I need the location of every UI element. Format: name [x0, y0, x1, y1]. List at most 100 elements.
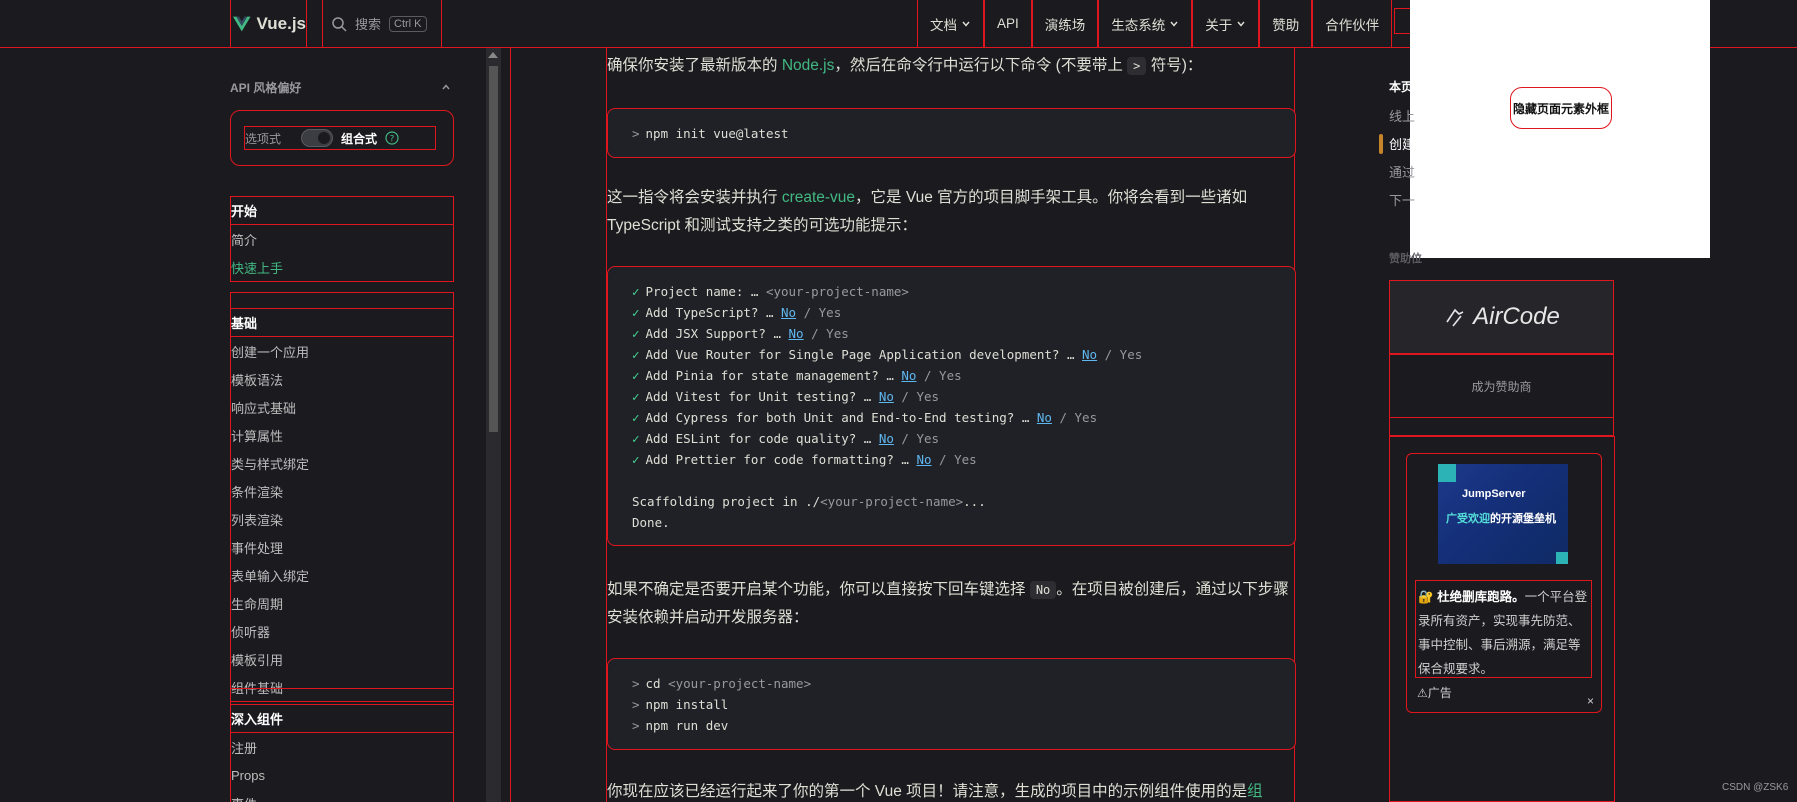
done-line: Done. [632, 515, 670, 530]
text: 这一指令将会安装并执行 [607, 189, 782, 206]
separator: / [1051, 410, 1075, 425]
check-icon: ✓ [632, 305, 640, 320]
ad-tag-label: 广告 [1427, 686, 1452, 700]
sidebar-item[interactable]: 事件处理 [231, 533, 453, 561]
search-button[interactable]: 搜索 Ctrl K [322, 0, 442, 48]
brand-link[interactable]: Vue.js [230, 0, 307, 48]
create-vue-link[interactable]: create-vue [782, 189, 855, 206]
sidebar-item[interactable]: 创建一个应用 [231, 337, 453, 365]
prompt-question: Add TypeScript? … [645, 305, 781, 320]
prompt-question: Add Prettier for code formatting? … [645, 452, 917, 467]
nav-docs-label: 文档 [930, 17, 957, 33]
no-option: No [1082, 347, 1098, 362]
inline-code: > [1127, 57, 1147, 75]
toc-item[interactable]: 下一 [1389, 190, 1415, 209]
sidebar-item[interactable]: 条件渲染 [231, 477, 453, 505]
text: 如果不确定是否要开启某个功能，你可以直接按下回车键选择 [607, 581, 1030, 598]
link[interactable]: 组 [1247, 783, 1263, 800]
prompt-symbol: > [632, 697, 640, 712]
sidebar-item[interactable]: 类与样式绑定 [231, 449, 453, 477]
nav-partners[interactable]: 合作伙伴 [1312, 0, 1393, 48]
api-preference-header[interactable]: API 风格偏好 [230, 76, 455, 98]
sidebar-item[interactable]: 表单输入绑定 [231, 561, 453, 589]
chevron-up-icon [442, 84, 450, 90]
sidebar-item[interactable]: 模板引用 [231, 645, 453, 673]
text: Scaffolding project in ./ [632, 494, 821, 509]
nav-sponsor[interactable]: 赞助 [1259, 0, 1313, 48]
sidebar-item-quick-start[interactable]: 快速上手 [231, 253, 453, 281]
help-icon[interactable]: ? [385, 131, 399, 145]
ad-icon: ⚠ [1417, 686, 1428, 700]
prompt-symbol: > [632, 126, 640, 141]
yes-option: Yes [939, 368, 962, 383]
prompt-question: Add Cypress for both Unit and End-to-End… [645, 410, 1037, 425]
api-style-toggle[interactable] [301, 129, 334, 147]
scroll-up-arrow-icon[interactable] [488, 52, 498, 58]
sidebar-item[interactable]: 响应式基础 [231, 393, 453, 421]
sidebar-item[interactable]: 事件 [231, 789, 453, 802]
no-option: No [901, 368, 917, 383]
paragraph-next-steps: 如果不确定是否要开启某个功能，你可以直接按下回车键选择 No 。在项目被创建后，通… [607, 576, 1296, 632]
brand-name: Vue.js [256, 13, 306, 33]
divider [510, 48, 511, 802]
api-style-switch[interactable]: 选项式 组合式 ? [244, 126, 436, 150]
text: 你现在应该已经运行起来了你的第一个 Vue 项目！请注意，生成的项目中的示例组件… [607, 783, 1248, 800]
ad-tag: ⚠广告 [1417, 684, 1452, 701]
no-option: No [788, 326, 804, 341]
scrollbar-thumb[interactable] [489, 66, 498, 432]
nav-ecosystem[interactable]: 生态系统 [1098, 0, 1193, 48]
yes-option: Yes [916, 431, 940, 446]
nav-api[interactable]: API [984, 0, 1032, 48]
sponsor-aircode-link[interactable]: AirCode [1389, 280, 1614, 354]
yes-option: Yes [826, 326, 849, 341]
separator: / [916, 368, 940, 383]
right-aside: 本页 线上 创建 通过 下一 赞助位 AirCode 成为赞助商 JumpSer… [1379, 48, 1615, 802]
toc-item-active[interactable]: 创建 [1389, 134, 1415, 153]
aircode-logo-icon [1446, 308, 1464, 327]
ad-card[interactable]: JumpServer 广受欢迎的开源堡垒机 🔐 杜绝删库跑路。一个平台登录所有资… [1406, 453, 1602, 713]
prompt-line: ✓ Add Cypress for both Unit and End-to-En… [632, 407, 1271, 428]
close-icon[interactable]: × [1587, 694, 1594, 708]
sidebar-item[interactable]: 生命周期 [231, 589, 453, 617]
nav-playground[interactable]: 演练场 [1031, 0, 1099, 48]
ad-slogan-highlight: 广受欢迎 [1446, 513, 1490, 525]
sidebar-item-intro[interactable]: 简介 [231, 225, 453, 253]
toc-item[interactable]: 通过 [1389, 162, 1415, 181]
no-option: No [781, 305, 797, 320]
separator: / [803, 326, 827, 341]
sidebar-item[interactable]: 注册 [231, 733, 453, 761]
no-option: No [878, 389, 894, 404]
sidebar-item[interactable]: 计算属性 [231, 421, 453, 449]
yes-option: Yes [954, 452, 977, 467]
ad-image[interactable]: JumpServer 广受欢迎的开源堡垒机 [1438, 464, 1568, 564]
toc-item[interactable]: 线上 [1389, 106, 1415, 125]
ad-description[interactable]: 🔐 杜绝删库跑路。一个平台登录所有资产，实现事先防范、事中控制、事后溯源，满足等… [1415, 580, 1592, 678]
nav-docs[interactable]: 文档 [917, 0, 984, 48]
code-line: > npm run dev [632, 715, 1271, 736]
ad-brand: JumpServer [1462, 488, 1526, 500]
chevron-down-icon [1170, 21, 1178, 27]
toc-title: 本页 [1389, 80, 1414, 94]
separator: / [931, 452, 955, 467]
sidebar-item[interactable]: Props [231, 761, 453, 789]
sidebar-item[interactable]: 模板语法 [231, 365, 453, 393]
sidebar-item[interactable]: 侦听器 [231, 617, 453, 645]
nodejs-link[interactable]: Node.js [782, 57, 835, 74]
prompt-symbol: > [632, 676, 640, 691]
api-option-composition[interactable]: 组合式 [341, 130, 377, 147]
nav-sponsor-label: 赞助 [1272, 17, 1300, 33]
command: npm run dev [645, 718, 729, 733]
become-sponsor-link[interactable]: 成为赞助商 [1389, 354, 1614, 418]
api-option-options[interactable]: 选项式 [245, 130, 281, 147]
check-icon: ✓ [632, 347, 640, 362]
aircode-wordmark: AirCode [1473, 303, 1560, 330]
sidebar-section-start: 开始 简介 快速上手 [230, 196, 454, 282]
nav-about[interactable]: 关于 [1192, 0, 1260, 48]
check-icon: ✓ [632, 284, 640, 299]
check-icon: ✓ [632, 410, 640, 425]
nav-ecosystem-label: 生态系统 [1111, 17, 1166, 33]
sidebar-item[interactable]: 列表渲染 [231, 505, 453, 533]
vue-logo-icon [233, 16, 251, 31]
code-line: > npm install [632, 694, 1271, 715]
nav-partners-label: 合作伙伴 [1325, 17, 1380, 33]
